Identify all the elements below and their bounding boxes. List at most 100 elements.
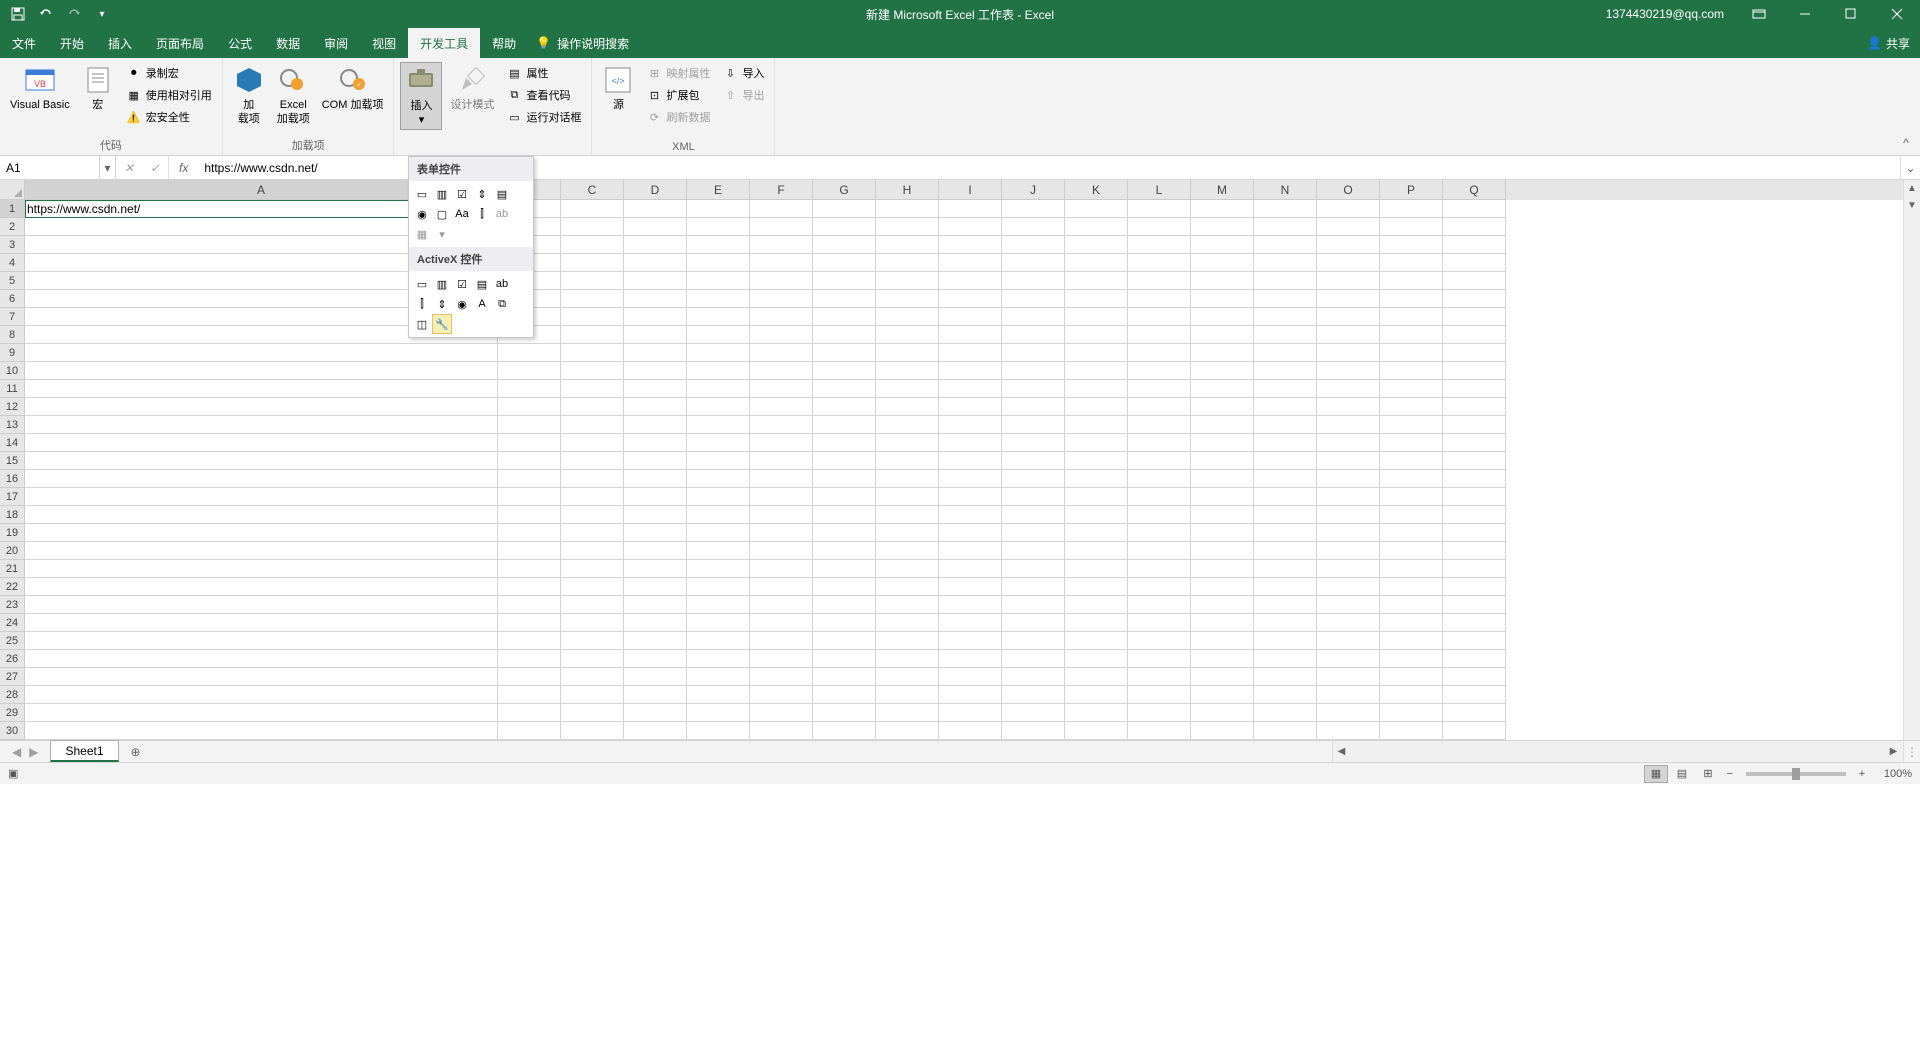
form-optionbutton-control[interactable]: ◉ — [412, 204, 432, 224]
macro-record-status-icon[interactable]: ▣ — [8, 768, 18, 780]
tab-page-layout[interactable]: 页面布局 — [144, 28, 216, 58]
cell-H28[interactable] — [876, 686, 939, 704]
cell-Q2[interactable] — [1443, 218, 1506, 236]
cell-I25[interactable] — [939, 632, 1002, 650]
cell-P25[interactable] — [1380, 632, 1443, 650]
cell-P29[interactable] — [1380, 704, 1443, 722]
cell-M19[interactable] — [1191, 524, 1254, 542]
cell-N8[interactable] — [1254, 326, 1317, 344]
cell-J7[interactable] — [1002, 308, 1065, 326]
cell-H30[interactable] — [876, 722, 939, 740]
tab-home[interactable]: 开始 — [48, 28, 96, 58]
cell-F10[interactable] — [750, 362, 813, 380]
cell-G19[interactable] — [813, 524, 876, 542]
cell-I27[interactable] — [939, 668, 1002, 686]
cell-J17[interactable] — [1002, 488, 1065, 506]
cell-I23[interactable] — [939, 596, 1002, 614]
cell-C28[interactable] — [561, 686, 624, 704]
cell-D10[interactable] — [624, 362, 687, 380]
row-header-24[interactable]: 24 — [0, 614, 25, 632]
cell-B15[interactable] — [498, 452, 561, 470]
cell-C13[interactable] — [561, 416, 624, 434]
cell-L25[interactable] — [1128, 632, 1191, 650]
cell-G7[interactable] — [813, 308, 876, 326]
cell-N17[interactable] — [1254, 488, 1317, 506]
cell-L16[interactable] — [1128, 470, 1191, 488]
cell-C25[interactable] — [561, 632, 624, 650]
cell-G10[interactable] — [813, 362, 876, 380]
cell-M17[interactable] — [1191, 488, 1254, 506]
form-scrollbar-control[interactable]: ⫿ — [472, 204, 492, 224]
cell-A22[interactable] — [25, 578, 498, 596]
cell-P20[interactable] — [1380, 542, 1443, 560]
cell-L9[interactable] — [1128, 344, 1191, 362]
cell-D26[interactable] — [624, 650, 687, 668]
cell-K29[interactable] — [1065, 704, 1128, 722]
cell-E2[interactable] — [687, 218, 750, 236]
cell-O14[interactable] — [1317, 434, 1380, 452]
cell-Q14[interactable] — [1443, 434, 1506, 452]
cell-E23[interactable] — [687, 596, 750, 614]
row-header-16[interactable]: 16 — [0, 470, 25, 488]
cell-N3[interactable] — [1254, 236, 1317, 254]
vertical-scrollbar[interactable]: ▲ ▼ — [1903, 180, 1920, 740]
cell-K9[interactable] — [1065, 344, 1128, 362]
cell-D20[interactable] — [624, 542, 687, 560]
cell-I15[interactable] — [939, 452, 1002, 470]
cell-J10[interactable] — [1002, 362, 1065, 380]
page-layout-view-button[interactable]: ▤ — [1670, 765, 1694, 783]
cell-C27[interactable] — [561, 668, 624, 686]
cell-J8[interactable] — [1002, 326, 1065, 344]
cell-L19[interactable] — [1128, 524, 1191, 542]
cell-N22[interactable] — [1254, 578, 1317, 596]
cell-J15[interactable] — [1002, 452, 1065, 470]
cell-H11[interactable] — [876, 380, 939, 398]
cell-O10[interactable] — [1317, 362, 1380, 380]
cell-H2[interactable] — [876, 218, 939, 236]
cell-G22[interactable] — [813, 578, 876, 596]
cell-F26[interactable] — [750, 650, 813, 668]
cell-P8[interactable] — [1380, 326, 1443, 344]
cell-D16[interactable] — [624, 470, 687, 488]
cell-P18[interactable] — [1380, 506, 1443, 524]
row-header-13[interactable]: 13 — [0, 416, 25, 434]
cell-G3[interactable] — [813, 236, 876, 254]
tab-formulas[interactable]: 公式 — [216, 28, 264, 58]
cell-L20[interactable] — [1128, 542, 1191, 560]
cell-H16[interactable] — [876, 470, 939, 488]
cell-K10[interactable] — [1065, 362, 1128, 380]
cell-O11[interactable] — [1317, 380, 1380, 398]
row-header-4[interactable]: 4 — [0, 254, 25, 272]
cell-Q21[interactable] — [1443, 560, 1506, 578]
cell-D5[interactable] — [624, 272, 687, 290]
cell-E30[interactable] — [687, 722, 750, 740]
row-header-27[interactable]: 27 — [0, 668, 25, 686]
column-header-D[interactable]: D — [624, 180, 687, 200]
cell-D27[interactable] — [624, 668, 687, 686]
cell-O30[interactable] — [1317, 722, 1380, 740]
cell-I9[interactable] — [939, 344, 1002, 362]
cell-Q15[interactable] — [1443, 452, 1506, 470]
cell-D15[interactable] — [624, 452, 687, 470]
cell-E29[interactable] — [687, 704, 750, 722]
cell-C15[interactable] — [561, 452, 624, 470]
visual-basic-button[interactable]: VB Visual Basic — [6, 62, 74, 114]
cell-K3[interactable] — [1065, 236, 1128, 254]
cell-P19[interactable] — [1380, 524, 1443, 542]
cell-M6[interactable] — [1191, 290, 1254, 308]
cell-C23[interactable] — [561, 596, 624, 614]
tab-insert[interactable]: 插入 — [96, 28, 144, 58]
cell-F18[interactable] — [750, 506, 813, 524]
xml-import-button[interactable]: ⇩ 导入 — [718, 62, 768, 84]
cell-O8[interactable] — [1317, 326, 1380, 344]
cell-J9[interactable] — [1002, 344, 1065, 362]
cell-I10[interactable] — [939, 362, 1002, 380]
cell-L21[interactable] — [1128, 560, 1191, 578]
cell-F13[interactable] — [750, 416, 813, 434]
row-header-2[interactable]: 2 — [0, 218, 25, 236]
cell-I28[interactable] — [939, 686, 1002, 704]
row-header-30[interactable]: 30 — [0, 722, 25, 740]
cell-M15[interactable] — [1191, 452, 1254, 470]
scroll-up-button[interactable]: ▲ — [1904, 180, 1920, 197]
tab-developer[interactable]: 开发工具 — [408, 28, 480, 58]
